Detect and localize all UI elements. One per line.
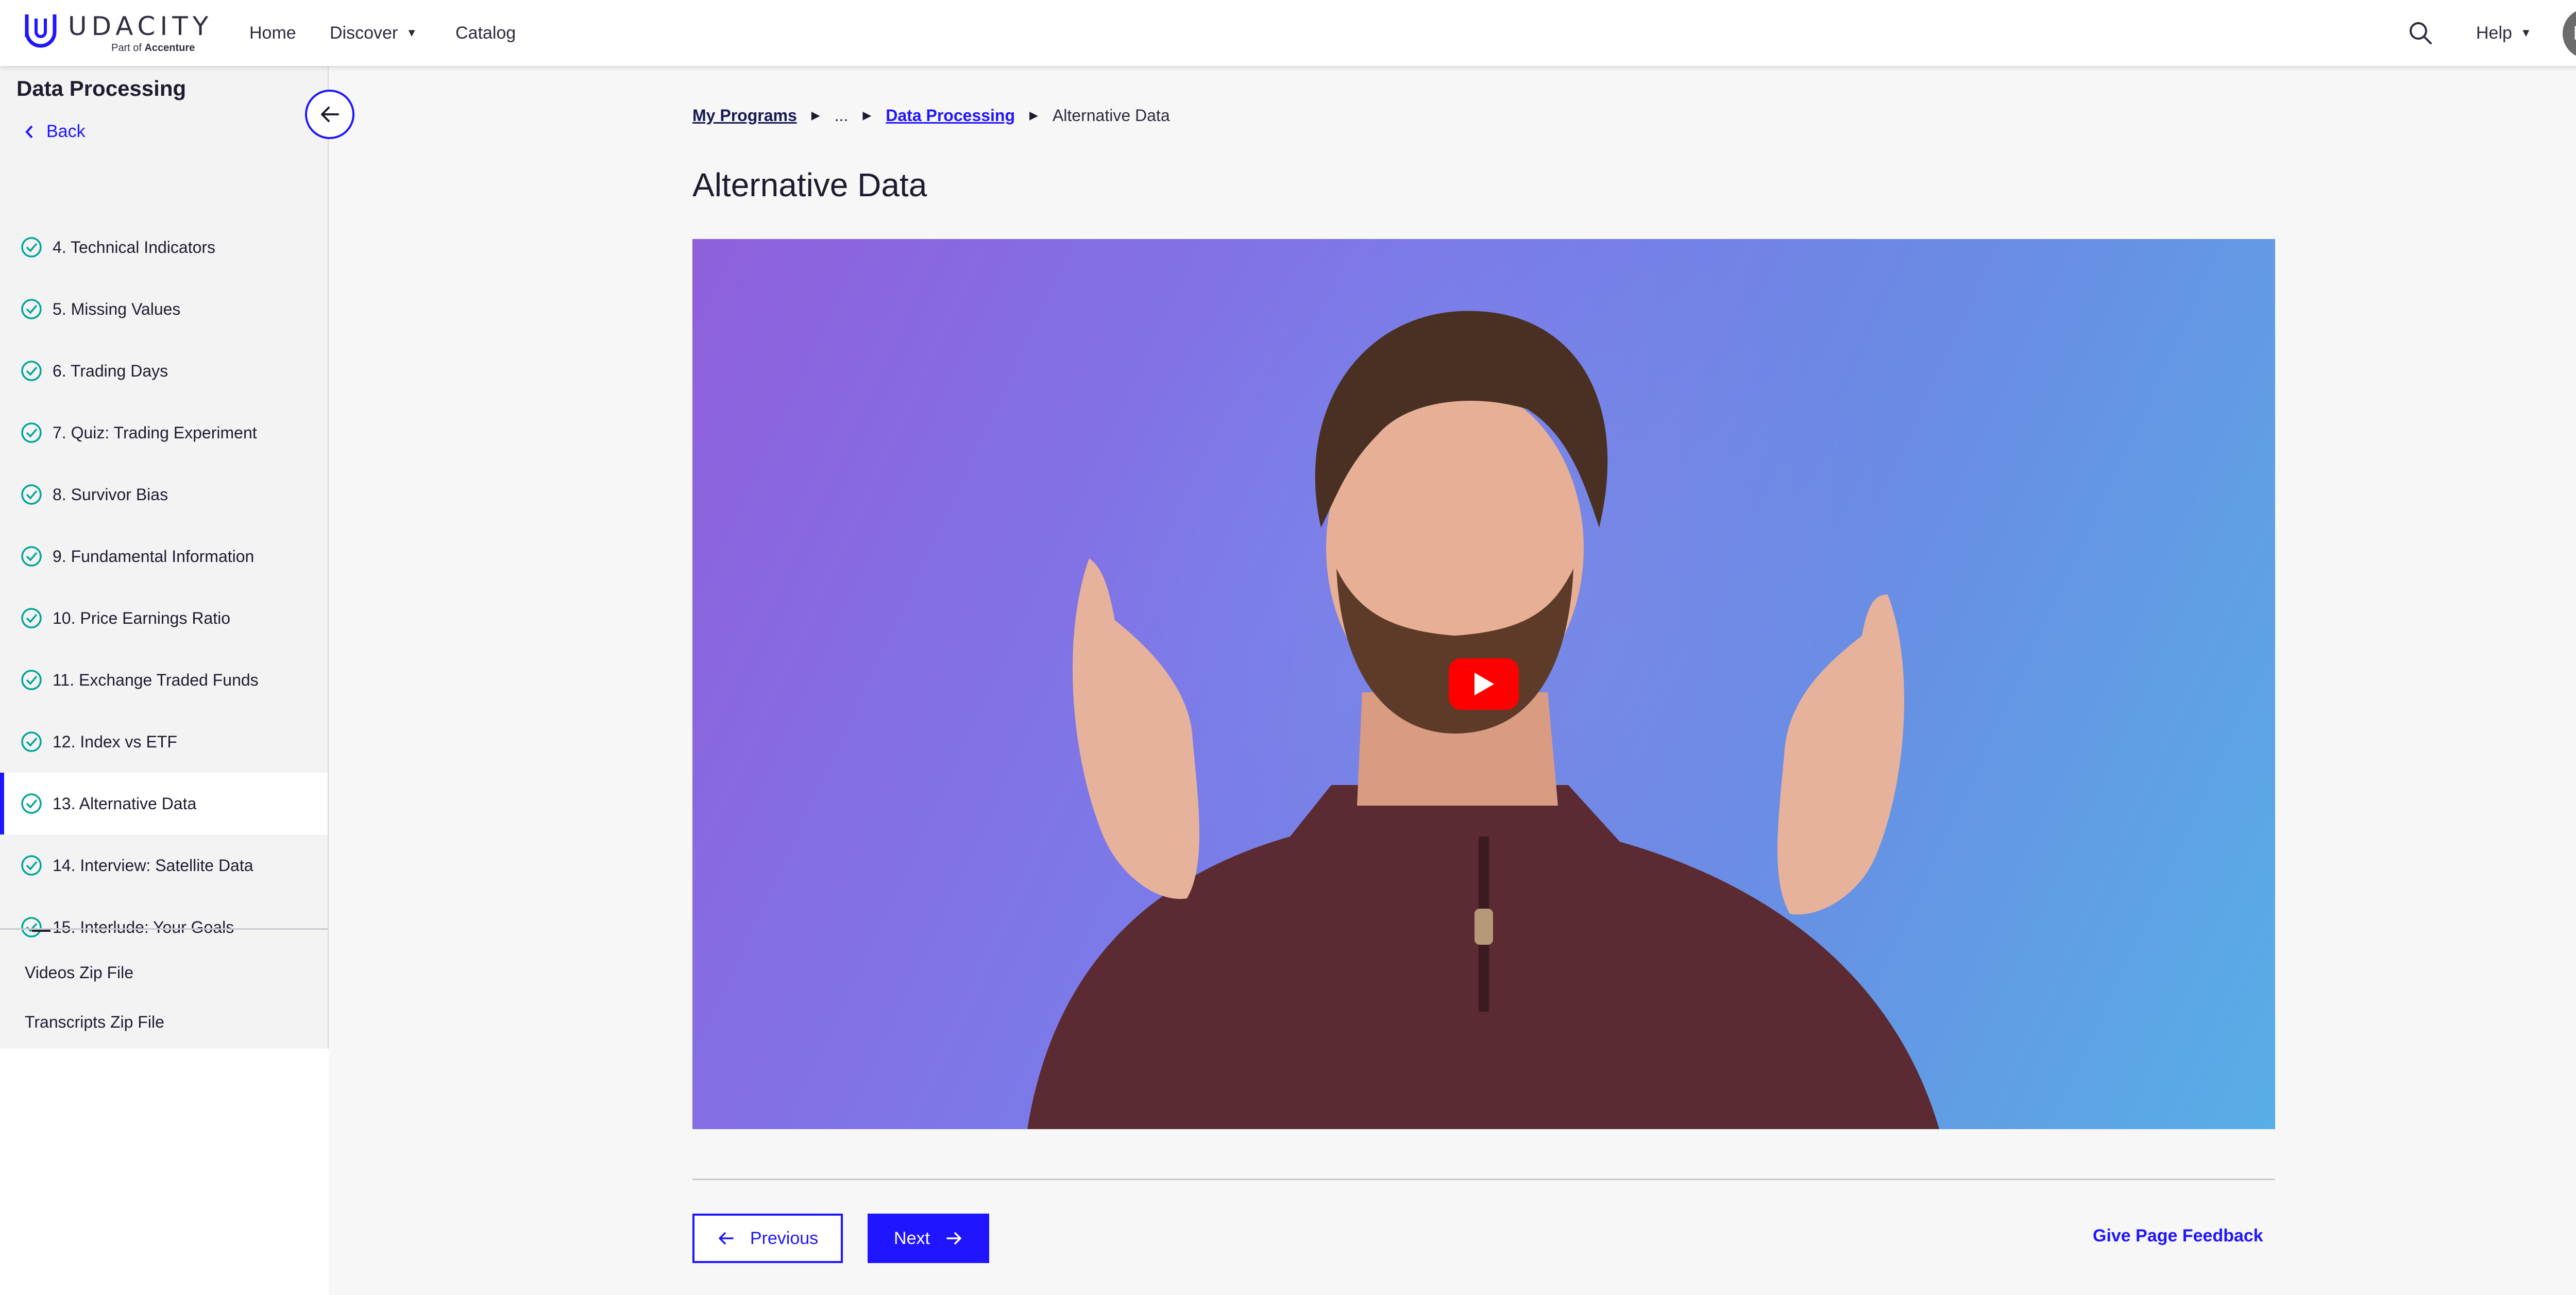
- divider-mark: [32, 930, 50, 932]
- back-label: Back: [46, 122, 86, 141]
- logo-tagline: Part of Accenture: [111, 42, 195, 54]
- arrow-left-icon: [719, 1232, 734, 1245]
- lesson-item[interactable]: 14. Interview: Satellite Data: [0, 834, 328, 896]
- previous-label: Previous: [750, 1228, 819, 1248]
- nav-discover-label: Discover: [330, 23, 398, 43]
- check-circle-icon: [21, 793, 42, 814]
- lesson-label: 5. Missing Values: [53, 299, 181, 318]
- top-nav: UDACITY Part of Accenture Home Discover …: [0, 0, 2576, 66]
- transcripts-zip-link[interactable]: Transcripts Zip File: [25, 1013, 164, 1032]
- videos-zip-link[interactable]: Videos Zip File: [25, 963, 133, 982]
- check-circle-icon: [21, 422, 42, 443]
- lesson-item[interactable]: 11. Exchange Traded Funds: [0, 649, 328, 711]
- lesson-label: 13. Alternative Data: [53, 794, 197, 813]
- arrow-left-icon: [321, 107, 339, 122]
- breadcrumb-separator-icon: ▶: [811, 109, 820, 122]
- check-circle-icon: [21, 361, 42, 381]
- play-triangle-icon: [1475, 673, 1494, 695]
- page-title: Alternative Data: [692, 166, 927, 203]
- give-page-feedback-link[interactable]: Give Page Feedback: [2093, 1226, 2263, 1246]
- lesson-label: 6. Trading Days: [53, 361, 168, 380]
- content-divider: [692, 1179, 2275, 1180]
- breadcrumb-ellipsis[interactable]: ...: [835, 106, 849, 125]
- breadcrumb-my-programs[interactable]: My Programs: [692, 106, 797, 125]
- check-circle-icon: [21, 546, 42, 567]
- lesson-label: 15. Interlude: Your Goals: [53, 917, 234, 936]
- lesson-list: 4. Technical Indicators 5. Missing Value…: [0, 216, 328, 958]
- lesson-item[interactable]: 8. Survivor Bias: [0, 464, 328, 525]
- next-button[interactable]: Next: [868, 1214, 989, 1263]
- lesson-label: 8. Survivor Bias: [53, 485, 168, 504]
- nav-catalog[interactable]: Catalog: [455, 0, 516, 66]
- search-icon[interactable]: [2407, 20, 2434, 46]
- check-circle-icon: [21, 299, 42, 319]
- lesson-item[interactable]: 5. Missing Values: [0, 278, 328, 340]
- sidebar-blank-area: [0, 1049, 329, 1295]
- check-circle-icon: [21, 608, 42, 628]
- logo-wordmark: UDACITY: [68, 11, 213, 41]
- check-circle-icon: [21, 484, 42, 505]
- avatar[interactable]: HC: [2563, 8, 2576, 59]
- breadcrumb-separator-icon: ▶: [1029, 109, 1038, 122]
- sidebar-title: Data Processing: [16, 76, 187, 100]
- lesson-item[interactable]: 12. Index vs ETF: [0, 711, 328, 773]
- lesson-item[interactable]: 6. Trading Days: [0, 340, 328, 402]
- udacity-logo-icon: [25, 14, 57, 48]
- caret-down-icon: ▼: [2520, 26, 2532, 39]
- lesson-label: 4. Technical Indicators: [53, 237, 216, 257]
- breadcrumb-separator-icon: ▶: [862, 109, 872, 122]
- breadcrumb: My Programs ▶ ... ▶ Data Processing ▶ Al…: [692, 103, 1170, 128]
- next-label: Next: [894, 1228, 930, 1248]
- check-circle-icon: [21, 917, 42, 938]
- lesson-label: 11. Exchange Traded Funds: [53, 670, 259, 689]
- youtube-play-icon[interactable]: [1449, 658, 1519, 710]
- check-circle-icon: [21, 731, 42, 752]
- arrow-right-icon: [946, 1232, 961, 1245]
- lesson-label: 14. Interview: Satellite Data: [53, 856, 253, 875]
- nav-home[interactable]: Home: [249, 0, 296, 66]
- video-player[interactable]: [692, 239, 2275, 1129]
- lesson-item[interactable]: 10. Price Earnings Ratio: [0, 587, 328, 649]
- chevron-left-icon: [25, 125, 33, 138]
- previous-button[interactable]: Previous: [692, 1214, 843, 1263]
- lesson-label: 7. Quiz: Trading Experiment: [53, 423, 257, 442]
- lesson-label: 10. Price Earnings Ratio: [53, 608, 231, 627]
- lesson-label: 12. Index vs ETF: [53, 732, 177, 751]
- back-link[interactable]: Back: [24, 122, 86, 142]
- udacity-logo[interactable]: UDACITY Part of Accenture: [23, 8, 208, 58]
- lesson-item[interactable]: 7. Quiz: Trading Experiment: [0, 402, 328, 464]
- collapse-sidebar-button[interactable]: [305, 90, 354, 139]
- lesson-sidebar: Data Processing Back 4. Technical Indica…: [0, 66, 329, 1049]
- nav-help-label: Help: [2476, 23, 2512, 43]
- lesson-item[interactable]: 15. Interlude: Your Goals: [0, 896, 328, 958]
- check-circle-icon: [21, 855, 42, 876]
- nav-discover[interactable]: Discover ▼: [330, 0, 417, 66]
- caret-down-icon: ▼: [406, 26, 418, 39]
- check-circle-icon: [21, 237, 42, 258]
- lesson-item[interactable]: 9. Fundamental Information: [0, 525, 328, 587]
- breadcrumb-data-processing[interactable]: Data Processing: [886, 106, 1015, 125]
- lesson-item-active[interactable]: 13. Alternative Data: [0, 773, 328, 834]
- lesson-label: 9. Fundamental Information: [53, 547, 255, 566]
- breadcrumb-current: Alternative Data: [1052, 106, 1170, 125]
- check-circle-icon: [21, 670, 42, 690]
- nav-help[interactable]: Help ▼: [2476, 0, 2532, 66]
- lesson-item[interactable]: 4. Technical Indicators: [0, 216, 328, 278]
